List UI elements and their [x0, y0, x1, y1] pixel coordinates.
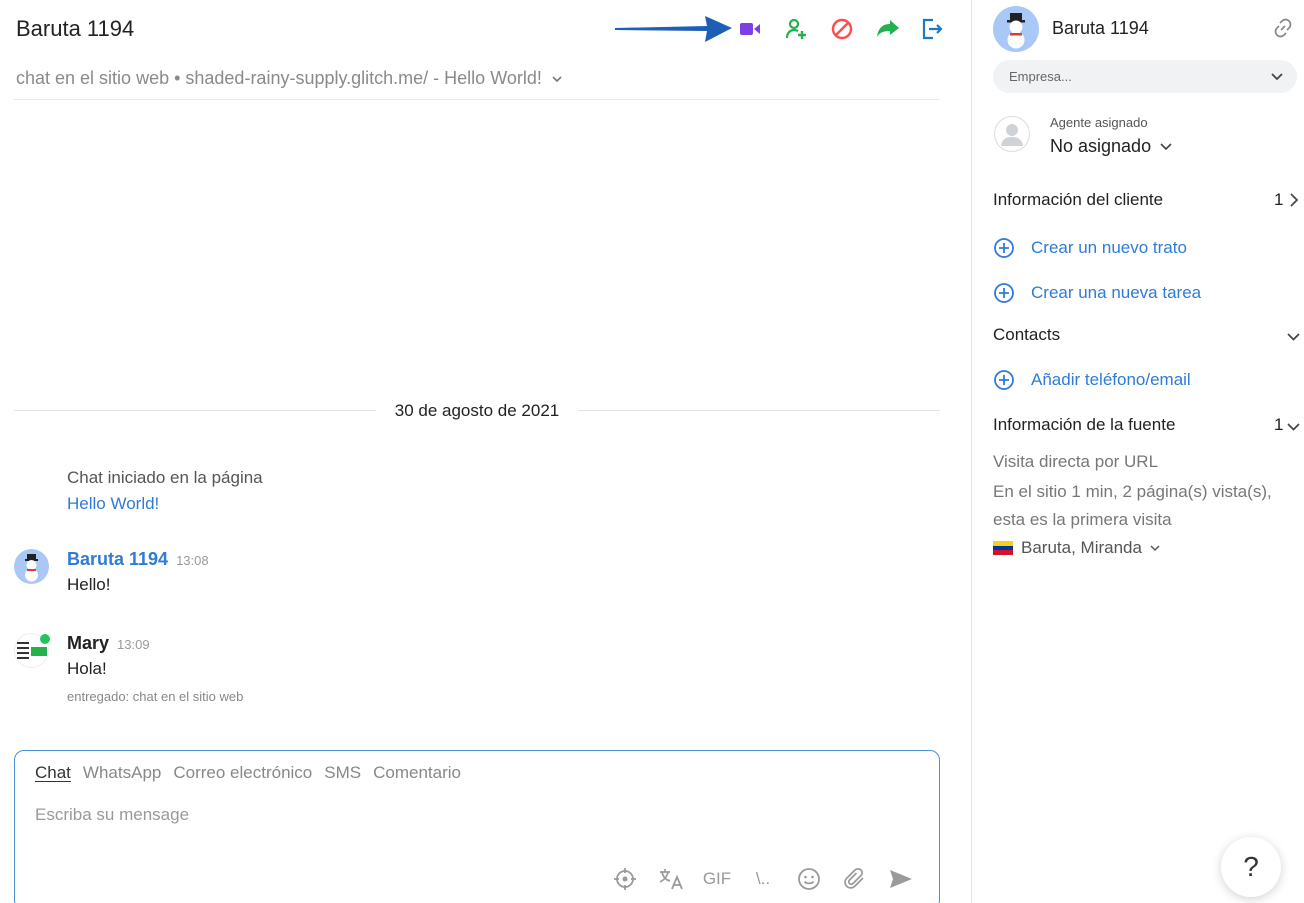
date-line-left: [14, 410, 376, 411]
visitor-location-text: Baruta, Miranda: [1021, 538, 1142, 557]
tab-email[interactable]: Correo electrónico: [173, 763, 312, 783]
client-info-title[interactable]: Información del cliente: [993, 190, 1163, 210]
assigned-agent-select[interactable]: No asignado: [1050, 136, 1172, 157]
company-placeholder: Empresa...: [1009, 69, 1072, 84]
snowman-avatar: [993, 6, 1039, 52]
chat-panel: Baruta 1194 chat en el sitio web • shade…: [0, 0, 972, 903]
emoji-icon[interactable]: [795, 865, 823, 893]
chat-source-text: chat en el sitio web • shaded-rainy-supp…: [16, 68, 542, 88]
create-deal-label: Crear un nuevo trato: [1031, 238, 1187, 257]
paperclip-icon[interactable]: [841, 865, 869, 893]
snowman-avatar: [14, 549, 49, 584]
message-header: Baruta 1194 13:08: [67, 549, 209, 570]
assigned-agent-value: No asignado: [1050, 136, 1152, 156]
tab-sms[interactable]: SMS: [324, 763, 361, 783]
channel-tabs: Chat WhatsApp Correo electrónico SMS Com…: [35, 763, 461, 783]
source-info-count: 1: [1274, 415, 1284, 434]
message-input[interactable]: [35, 805, 915, 825]
client-sidebar: Baruta 1194 Empresa... Agente asignado N…: [972, 0, 1304, 903]
message-time: 13:09: [117, 637, 150, 652]
forward-icon[interactable]: [874, 15, 902, 43]
date-line-right: [578, 410, 940, 411]
composer-toolbar: GIF \..: [611, 865, 915, 893]
chat-source-subtitle[interactable]: chat en el sitio web • shaded-rainy-supp…: [16, 68, 562, 89]
chevron-down-icon: [1150, 544, 1160, 551]
send-icon[interactable]: [887, 865, 915, 893]
tab-whatsapp[interactable]: WhatsApp: [83, 763, 161, 783]
message-author[interactable]: Mary: [67, 633, 109, 653]
add-phone-email-label: Añadir teléfono/email: [1031, 370, 1191, 389]
chevron-down-icon: [1271, 69, 1283, 84]
delivery-status: entregado: chat en el sitio web: [67, 689, 244, 704]
chevron-right-icon[interactable]: [1290, 193, 1299, 212]
add-phone-email-button[interactable]: Añadir teléfono/email: [993, 369, 1191, 391]
source-visit-stats-line1: En el sitio 1 min, 2 página(s) vista(s),: [993, 482, 1272, 501]
visitor-location[interactable]: Baruta, Miranda: [993, 538, 1160, 558]
system-message: Chat iniciado en la página Hello World!: [67, 465, 263, 517]
header-divider: [14, 99, 940, 100]
chevron-down-icon: [1160, 143, 1172, 151]
started-page-link[interactable]: Hello World!: [67, 491, 263, 517]
gif-icon[interactable]: GIF: [703, 865, 731, 893]
header-actions: [612, 12, 952, 46]
crosshair-icon[interactable]: [611, 865, 639, 893]
help-button[interactable]: ?: [1221, 837, 1281, 897]
plus-circle-icon: [994, 238, 1014, 258]
tab-comment[interactable]: Comentario: [373, 763, 461, 783]
contacts-title[interactable]: Contacts: [993, 325, 1060, 345]
tab-chat[interactable]: Chat: [35, 763, 71, 783]
date-separator: 30 de agosto de 2021: [14, 399, 940, 423]
date-label: 30 de agosto de 2021: [394, 401, 560, 420]
source-info-title[interactable]: Información de la fuente: [993, 415, 1175, 435]
translate-icon[interactable]: [657, 865, 685, 893]
link-icon[interactable]: [1272, 17, 1294, 44]
chevron-down-icon: [552, 72, 562, 86]
message-text: Hola!: [67, 659, 107, 678]
plus-circle-icon: [994, 370, 1014, 390]
contact-name[interactable]: Baruta 1194: [1052, 18, 1149, 39]
agent-placeholder-avatar: [994, 116, 1030, 152]
message-composer: Chat WhatsApp Correo electrónico SMS Com…: [14, 750, 940, 903]
message-text: Hello!: [67, 575, 111, 594]
agent-avatar: [14, 633, 50, 668]
venezuela-flag-icon: [993, 541, 1013, 555]
plus-circle-icon: [994, 283, 1014, 303]
source-direct-visit: Visita directa por URL: [993, 452, 1159, 471]
chat-title: Baruta 1194: [16, 16, 135, 41]
video-call-icon[interactable]: [736, 15, 764, 43]
chevron-down-icon[interactable]: [1287, 328, 1300, 346]
block-icon[interactable]: [828, 15, 856, 43]
command-icon[interactable]: \..: [749, 865, 777, 893]
system-message-text: Chat iniciado en la página: [67, 468, 263, 487]
annotation-arrow-icon: [615, 16, 732, 42]
exit-chat-icon[interactable]: [918, 15, 946, 43]
chevron-down-icon[interactable]: [1287, 418, 1300, 436]
add-user-icon[interactable]: [782, 15, 810, 43]
create-task-label: Crear una nueva tarea: [1031, 283, 1202, 302]
create-task-button[interactable]: Crear una nueva tarea: [993, 282, 1201, 304]
create-deal-button[interactable]: Crear un nuevo trato: [993, 237, 1187, 259]
source-visit-stats-line2: esta es la primera visita: [993, 510, 1172, 529]
assigned-agent-label: Agente asignado: [1050, 115, 1148, 130]
message-author[interactable]: Baruta 1194: [67, 549, 168, 569]
message-header: Mary 13:09: [67, 633, 150, 654]
client-info-count: 1: [1274, 190, 1284, 209]
message-time: 13:08: [176, 553, 209, 568]
source-visit-stats: En el sitio 1 min, 2 página(s) vista(s),…: [993, 478, 1272, 534]
company-select[interactable]: Empresa...: [993, 60, 1297, 93]
